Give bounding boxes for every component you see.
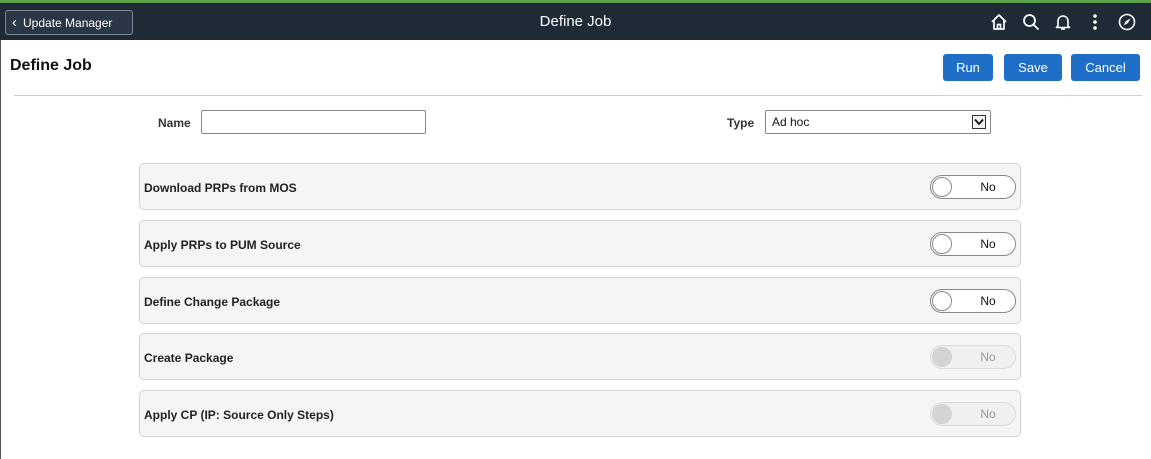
toggle-knob <box>932 404 952 424</box>
banner-actions <box>983 3 1143 40</box>
toggle-label: No <box>980 350 996 364</box>
step-toggle[interactable]: No <box>930 175 1016 199</box>
search-icon[interactable] <box>1015 3 1047 40</box>
save-button[interactable]: Save <box>1004 54 1062 81</box>
step-define-change-package: Define Change Package No <box>139 277 1021 324</box>
step-label: Apply PRPs to PUM Source <box>144 238 301 252</box>
step-label: Define Change Package <box>144 295 281 309</box>
toggle-label: No <box>980 180 996 194</box>
name-label: Name <box>158 116 191 130</box>
name-input[interactable] <box>201 110 426 134</box>
toggle-label: No <box>980 294 996 308</box>
more-vertical-icon[interactable] <box>1079 3 1111 40</box>
banner-title: Define Job <box>539 13 612 30</box>
type-select[interactable]: Ad hoc <box>765 110 991 134</box>
step-toggle: No <box>930 402 1016 426</box>
step-apply-prps: Apply PRPs to PUM Source No <box>139 220 1021 267</box>
toggle-knob <box>932 234 952 254</box>
bell-icon[interactable] <box>1047 3 1079 40</box>
back-button-label: Update Manager <box>23 15 113 30</box>
navigator-icon[interactable] <box>1111 3 1143 40</box>
chevron-left-icon: ‹ <box>12 14 17 31</box>
run-button[interactable]: Run <box>943 54 993 81</box>
step-create-package: Create Package No <box>139 333 1021 380</box>
step-toggle[interactable]: No <box>930 232 1016 256</box>
step-apply-cp: Apply CP (IP: Source Only Steps) No <box>139 390 1021 437</box>
step-download-prps: Download PRPs from MOS No <box>139 163 1021 210</box>
step-toggle[interactable]: No <box>930 289 1016 313</box>
step-toggle: No <box>930 345 1016 369</box>
top-banner: Define Job ‹ Update Manager <box>0 3 1151 40</box>
step-label: Create Package <box>144 351 234 365</box>
toggle-label: No <box>980 407 996 421</box>
step-label: Apply CP (IP: Source Only Steps) <box>144 408 334 422</box>
home-icon[interactable] <box>983 3 1015 40</box>
toggle-label: No <box>980 237 996 251</box>
step-label: Download PRPs from MOS <box>144 181 297 195</box>
toggle-knob <box>932 347 952 367</box>
back-button[interactable]: ‹ Update Manager <box>5 10 133 35</box>
cancel-button[interactable]: Cancel <box>1071 54 1140 81</box>
type-select-value: Ad hoc <box>772 115 810 129</box>
left-frame-border <box>0 40 1 459</box>
toggle-knob <box>932 291 952 311</box>
type-label: Type <box>727 116 755 130</box>
toggle-knob <box>932 177 952 197</box>
chevron-down-icon <box>972 115 986 129</box>
page-title: Define Job <box>10 57 92 74</box>
divider <box>14 95 1142 96</box>
